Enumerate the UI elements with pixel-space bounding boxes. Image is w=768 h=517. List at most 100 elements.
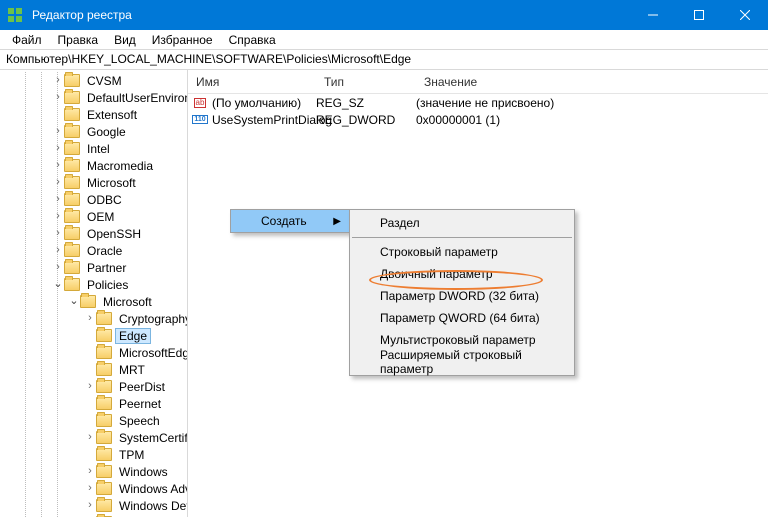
tree-item-label: Google (84, 125, 129, 139)
chevron-right-icon[interactable]: › (52, 75, 64, 86)
tree-item[interactable]: ›Windows Advanced (0, 480, 188, 497)
chevron-right-icon[interactable]: › (52, 245, 64, 256)
tree-item[interactable]: ›OEM (0, 208, 188, 225)
context-item-qword[interactable]: Параметр QWORD (64 бита) (350, 307, 574, 329)
col-name[interactable]: Имя (188, 71, 316, 93)
context-item-label: Мультистроковый параметр (380, 333, 536, 347)
tree-item[interactable]: ›OpenSSH (0, 225, 188, 242)
list-header[interactable]: Имя Тип Значение (188, 70, 768, 94)
maximize-button[interactable] (676, 0, 722, 30)
context-item-key[interactable]: Раздел (350, 212, 574, 234)
context-item-expandstring[interactable]: Расширяемый строковый параметр (350, 351, 574, 373)
chevron-right-icon[interactable]: › (52, 262, 64, 273)
tree-item-label: Speech (116, 414, 163, 428)
tree-item[interactable]: Speech (0, 412, 188, 429)
tree-item[interactable]: ›Windows (0, 463, 188, 480)
tree-item-label: Partner (84, 261, 129, 275)
chevron-right-icon[interactable]: › (52, 143, 64, 154)
titlebar[interactable]: Редактор реестра (0, 0, 768, 30)
tree-item[interactable]: Peernet (0, 395, 188, 412)
chevron-right-icon[interactable]: › (52, 92, 64, 103)
col-value[interactable]: Значение (416, 71, 768, 93)
tree-item[interactable]: › Google (0, 123, 188, 140)
col-type[interactable]: Тип (316, 71, 416, 93)
context-item-label: Параметр QWORD (64 бита) (380, 311, 540, 325)
folder-icon (64, 244, 80, 257)
values-panel[interactable]: Имя Тип Значение ab(По умолчанию)REG_SZ(… (188, 70, 768, 517)
chevron-down-icon[interactable]: ⌄ (68, 296, 80, 307)
tree-item-label: Policies (84, 278, 131, 292)
context-menu-primary: Создать ▶ (230, 209, 350, 233)
chevron-right-icon[interactable]: › (52, 177, 64, 188)
menu-view[interactable]: Вид (106, 31, 144, 49)
tree-item[interactable]: ›SystemCertificates (0, 429, 188, 446)
tree-item[interactable]: ›DefaultUserEnvironment (0, 89, 188, 106)
context-item-string[interactable]: Строковый параметр (350, 241, 574, 263)
tree-item-label: PeerDist (116, 380, 168, 394)
menu-edit[interactable]: Правка (50, 31, 107, 49)
minimize-button[interactable] (630, 0, 676, 30)
chevron-right-icon[interactable]: › (52, 126, 64, 137)
chevron-right-icon[interactable]: › (52, 228, 64, 239)
tree-item[interactable]: › Intel (0, 140, 188, 157)
tree-item[interactable]: ⌄ Policies (0, 276, 188, 293)
menu-file[interactable]: Файл (4, 31, 50, 49)
chevron-right-icon[interactable]: › (52, 211, 64, 222)
chevron-right-icon[interactable]: › (84, 313, 96, 324)
tree-item-label: CVSM (84, 74, 125, 88)
folder-icon (64, 278, 80, 291)
chevron-right-icon[interactable]: › (84, 500, 96, 511)
tree-item[interactable]: › CVSM (0, 72, 188, 89)
chevron-right-icon[interactable]: › (84, 483, 96, 494)
tree-item-label: Windows Defender (116, 499, 188, 513)
tree-item[interactable]: Edge (0, 327, 188, 344)
context-item-binary[interactable]: Двоичный параметр (350, 263, 574, 285)
tree-item-label: ODBC (84, 193, 125, 207)
value-type: REG_DWORD (316, 113, 416, 127)
dword-value-icon: 110 (192, 112, 208, 128)
tree-item[interactable]: ›Oracle (0, 242, 188, 259)
tree-item-label: Intel (84, 142, 113, 156)
context-item-label: Раздел (380, 216, 420, 230)
chevron-right-icon[interactable]: › (84, 432, 96, 443)
separator (352, 237, 572, 238)
tree-item[interactable]: MRT (0, 361, 188, 378)
tree-item[interactable]: › Partner (0, 259, 188, 276)
tree-item[interactable]: ›Cryptography (0, 310, 188, 327)
chevron-right-icon[interactable]: › (84, 381, 96, 392)
tree-item[interactable]: › PeerDist (0, 378, 188, 395)
folder-icon (96, 414, 112, 427)
folder-icon (64, 227, 80, 240)
list-row[interactable]: ab(По умолчанию)REG_SZ(значение не присв… (188, 94, 768, 111)
tree-panel[interactable]: › CVSM›DefaultUserEnvironmentExtensoft › Go… (0, 70, 188, 517)
folder-icon (96, 329, 112, 342)
chevron-right-icon[interactable]: › (84, 466, 96, 477)
chevron-down-icon[interactable]: ⌄ (52, 279, 64, 290)
folder-icon (96, 380, 112, 393)
chevron-right-icon[interactable]: › (52, 194, 64, 205)
tree-item[interactable]: Extensoft (0, 106, 188, 123)
chevron-right-icon[interactable]: › (52, 160, 64, 171)
address-bar[interactable]: Компьютер\HKEY_LOCAL_MACHINE\SOFTWARE\Po… (0, 50, 768, 70)
tree-item[interactable]: › Windows Defender (0, 497, 188, 514)
folder-icon (96, 397, 112, 410)
context-item-label: Расширяемый строковый параметр (380, 348, 552, 376)
tree-item-label: Microsoft (100, 295, 155, 309)
folder-icon (96, 482, 112, 495)
context-item-dword[interactable]: Параметр DWORD (32 бита) (350, 285, 574, 307)
close-button[interactable] (722, 0, 768, 30)
tree-item[interactable]: ›Microsoft (0, 174, 188, 191)
tree-item[interactable]: MicrosoftEdge (0, 344, 188, 361)
folder-icon (96, 448, 112, 461)
context-item-create[interactable]: Создать ▶ (231, 210, 349, 232)
list-row[interactable]: 110UseSystemPrintDialogREG_DWORD0x000000… (188, 111, 768, 128)
tree-item-label: TPM (116, 448, 147, 462)
menu-help[interactable]: Справка (221, 31, 284, 49)
tree-item[interactable]: › ODBC (0, 191, 188, 208)
tree-item[interactable]: ›Macromedia (0, 157, 188, 174)
tree-item[interactable]: TPM (0, 446, 188, 463)
menu-favorites[interactable]: Избранное (144, 31, 221, 49)
tree-item[interactable]: ⌄ Microsoft (0, 293, 188, 310)
folder-icon (64, 176, 80, 189)
value-type: REG_SZ (316, 96, 416, 110)
